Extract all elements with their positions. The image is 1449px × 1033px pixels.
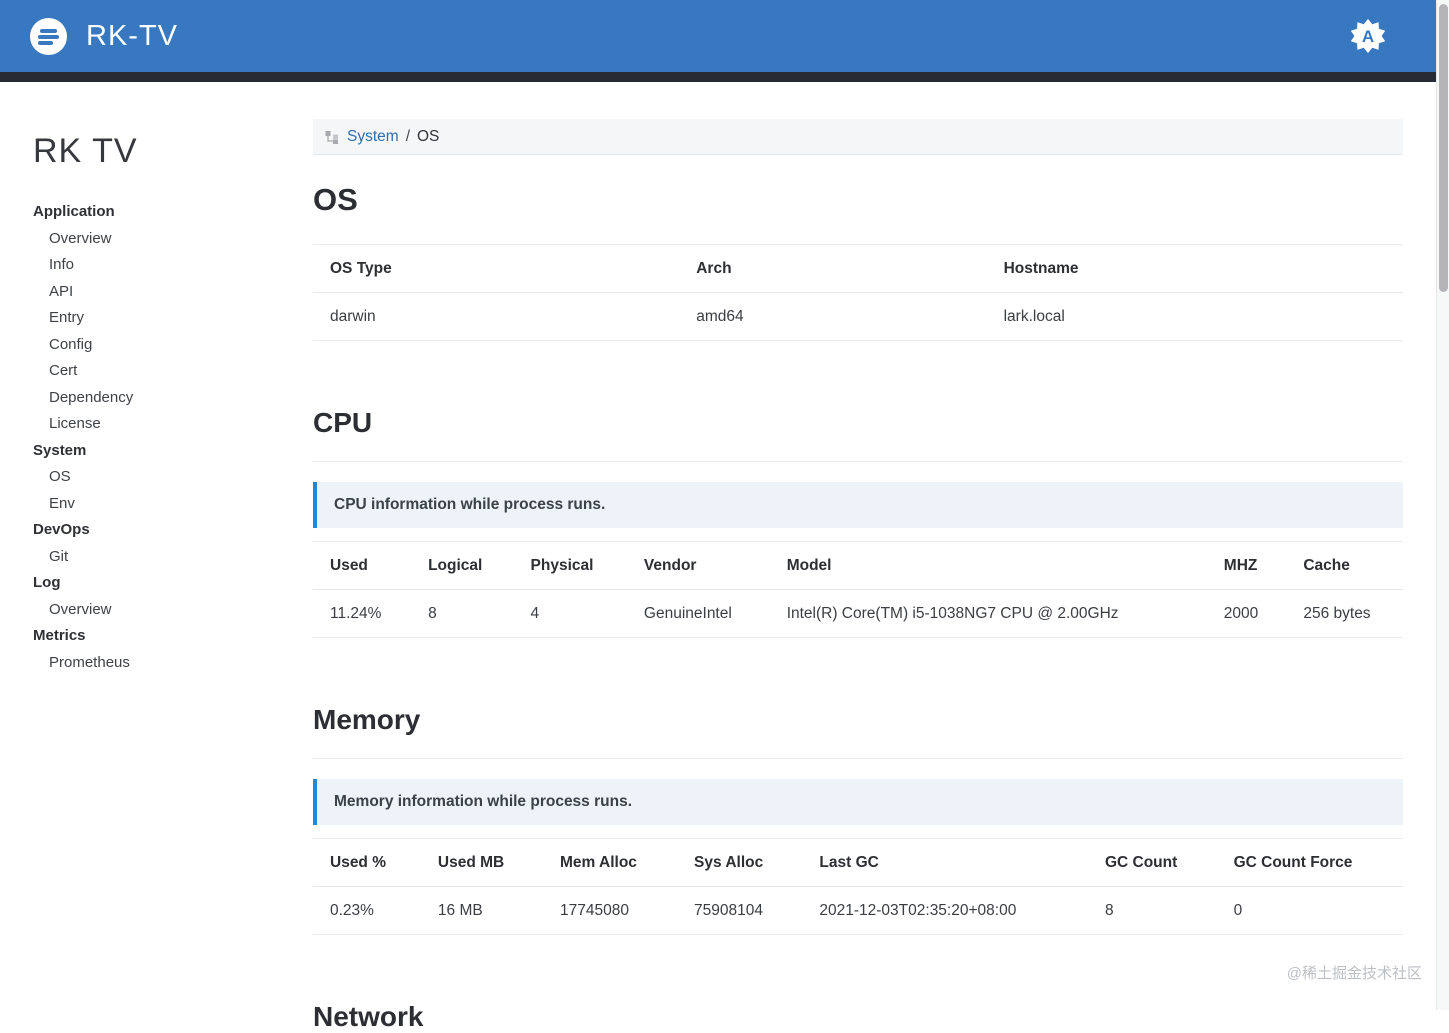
cpu-cell-vendor: GenuineIntel: [626, 589, 770, 638]
sidebar: RK TV Application Overview Info API Entr…: [0, 82, 313, 676]
mem-col-sys-alloc: Sys Alloc: [677, 838, 803, 887]
mem-cell-used-pct: 0.23%: [313, 886, 421, 935]
seal-badge-icon[interactable]: A: [1350, 18, 1386, 54]
sidebar-group-system: System: [33, 441, 87, 459]
seal-badge-letter: A: [1362, 27, 1374, 46]
memory-section-title: Memory: [313, 704, 421, 735]
cpu-cell-mhz: 2000: [1206, 589, 1287, 638]
sidebar-item-os[interactable]: OS: [33, 464, 313, 491]
sidebar-item-entry[interactable]: Entry: [33, 305, 313, 332]
mem-cell-gc-count: 8: [1087, 886, 1217, 935]
mem-col-used-pct: Used %: [313, 838, 421, 887]
os-section-title: OS: [313, 182, 358, 217]
sidebar-item-dependency[interactable]: Dependency: [33, 385, 313, 412]
mem-col-gc-count-force: GC Count Force: [1216, 838, 1403, 887]
sidebar-group-metrics: Metrics: [33, 627, 86, 644]
sidebar-group-application: Application: [33, 203, 115, 220]
os-cell-ostype: darwin: [313, 292, 680, 341]
top-navbar: RK-TV A: [0, 0, 1436, 72]
navbar-bottom-strip: [0, 72, 1436, 82]
sidebar-group-log: Log: [33, 574, 61, 591]
cpu-col-logical: Logical: [411, 541, 514, 590]
mem-col-used-mb: Used MB: [420, 838, 543, 887]
os-table-row: darwin amd64 lark.local: [313, 292, 1403, 341]
cpu-col-physical: Physical: [513, 541, 627, 590]
memory-table-header-row: Used % Used MB Mem Alloc Sys Alloc Last …: [313, 838, 1403, 887]
memory-info-callout: Memory information while process runs.: [313, 779, 1403, 825]
mem-col-mem-alloc: Mem Alloc: [542, 838, 678, 887]
memory-section-divider: [313, 758, 1403, 759]
cpu-info-callout: CPU information while process runs.: [313, 482, 1403, 528]
sidebar-nav: Application Overview Info API Entry Conf…: [33, 199, 313, 676]
sidebar-item-overview[interactable]: Overview: [33, 226, 313, 253]
sidebar-item-prometheus[interactable]: Prometheus: [33, 650, 313, 677]
os-cell-hostname: lark.local: [986, 292, 1403, 341]
cpu-table: Used Logical Physical Vendor Model MHZ C…: [313, 541, 1403, 638]
sidebar-item-log-overview[interactable]: Overview: [33, 597, 313, 624]
breadcrumb: System / OS: [313, 119, 1403, 155]
sidebar-item-license[interactable]: License: [33, 411, 313, 438]
cpu-section-title: CPU: [313, 407, 373, 438]
cpu-cell-model: Intel(R) Core(TM) i5-1038NG7 CPU @ 2.00G…: [769, 589, 1207, 638]
os-col-ostype: OS Type: [313, 244, 680, 293]
breadcrumb-current: OS: [417, 127, 440, 145]
mem-cell-mem-alloc: 17745080: [542, 886, 678, 935]
page-scrollbar-track[interactable]: [1436, 0, 1449, 1010]
os-table: OS Type Arch Hostname darwin amd64 lark.…: [313, 244, 1403, 341]
mem-col-last-gc: Last GC: [802, 838, 1088, 887]
os-col-arch: Arch: [679, 244, 987, 293]
sidebar-item-git[interactable]: Git: [33, 544, 313, 571]
cpu-col-used: Used: [313, 541, 412, 590]
cpu-cell-logical: 8: [411, 589, 514, 638]
app-title: RK-TV: [86, 19, 178, 52]
sidebar-item-config[interactable]: Config: [33, 332, 313, 359]
page-scrollbar-thumb[interactable]: [1439, 4, 1448, 292]
breadcrumb-parent-link[interactable]: System: [347, 128, 399, 146]
cpu-col-cache: Cache: [1286, 541, 1403, 590]
sidebar-title: RK TV: [33, 132, 138, 170]
breadcrumb-separator: /: [405, 127, 410, 145]
cpu-cell-cache: 256 bytes: [1286, 589, 1403, 638]
cpu-cell-physical: 4: [513, 589, 627, 638]
cpu-col-vendor: Vendor: [626, 541, 770, 590]
watermark: @稀土掘金技术社区: [1286, 965, 1422, 982]
sidebar-group-devops: DevOps: [33, 521, 90, 538]
sidebar-item-env[interactable]: Env: [33, 491, 313, 518]
mem-cell-last-gc: 2021-12-03T02:35:20+08:00: [802, 886, 1088, 935]
mem-cell-sys-alloc: 75908104: [677, 886, 803, 935]
memory-table: Used % Used MB Mem Alloc Sys Alloc Last …: [313, 838, 1403, 935]
memory-table-row: 0.23% 16 MB 17745080 75908104 2021-12-03…: [313, 886, 1403, 935]
cpu-col-model: Model: [769, 541, 1207, 590]
os-cell-arch: amd64: [679, 292, 987, 341]
app-logo-icon: [30, 17, 67, 55]
cpu-table-row: 11.24% 8 4 GenuineIntel Intel(R) Core(TM…: [313, 589, 1403, 638]
sidebar-item-info[interactable]: Info: [33, 252, 313, 279]
sidebar-item-cert[interactable]: Cert: [33, 358, 313, 385]
cpu-table-header-row: Used Logical Physical Vendor Model MHZ C…: [313, 541, 1403, 590]
cpu-col-mhz: MHZ: [1206, 541, 1287, 590]
mem-cell-gc-count-force: 0: [1216, 886, 1403, 935]
sitemap-icon: [325, 130, 339, 144]
brand[interactable]: RK-TV: [30, 17, 178, 55]
main-content: System / OS OS OS Type Arch Hostname dar…: [313, 82, 1403, 1033]
sidebar-item-api[interactable]: API: [33, 279, 313, 306]
network-section-title: Network: [313, 1001, 424, 1032]
os-col-hostname: Hostname: [986, 244, 1403, 293]
os-table-header-row: OS Type Arch Hostname: [313, 244, 1403, 293]
mem-cell-used-mb: 16 MB: [420, 886, 543, 935]
cpu-cell-used: 11.24%: [313, 589, 412, 638]
cpu-section-divider: [313, 461, 1403, 462]
mem-col-gc-count: GC Count: [1087, 838, 1217, 887]
